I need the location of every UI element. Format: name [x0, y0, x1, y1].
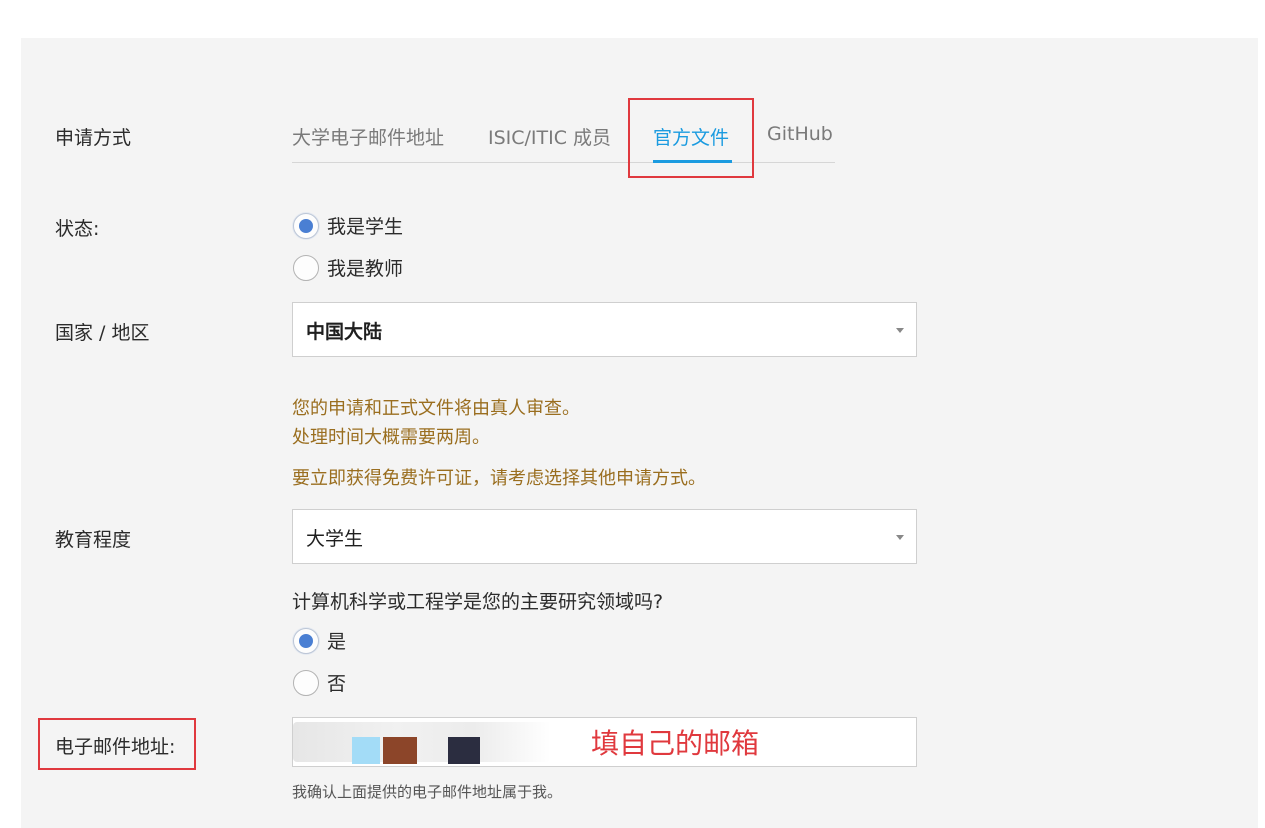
- education-label: 教育程度: [55, 529, 132, 551]
- cs-option-no-label: 否: [327, 673, 347, 695]
- cs-option-yes-label: 是: [327, 631, 347, 653]
- email-annotation-note: 填自己的邮箱: [591, 727, 760, 760]
- review-notice-line-1: 您的申请和正式文件将由真人审查。: [292, 398, 580, 419]
- radio-unchecked-icon[interactable]: [293, 254, 319, 281]
- radio-unchecked-icon[interactable]: [293, 669, 319, 696]
- email-ownership-confirmation: 我确认上面提供的电子邮件地址属于我。: [292, 783, 563, 801]
- status-option-student-label: 我是学生: [327, 216, 404, 238]
- education-select-value: 大学生: [306, 528, 364, 550]
- cs-option-yes[interactable]: 是: [293, 627, 346, 654]
- review-notice-line-3: 要立即获得免费许可证，请考虑选择其他申请方式。: [292, 468, 706, 489]
- email-field[interactable]: 填自己的邮箱: [292, 717, 917, 767]
- email-label: 电子邮件地址:: [55, 736, 176, 758]
- tab-isic-itic[interactable]: ISIC/ITIC 成员: [488, 123, 611, 150]
- status-option-teacher[interactable]: 我是教师: [293, 254, 403, 281]
- country-label: 国家 / 地区: [55, 322, 150, 344]
- review-notice-line-2: 处理时间大概需要两周。: [292, 427, 490, 448]
- education-select[interactable]: 大学生: [292, 509, 917, 564]
- country-select[interactable]: 中国大陆: [292, 302, 917, 357]
- chevron-down-icon: [896, 535, 904, 540]
- cs-field-question: 计算机科学或工程学是您的主要研究领域吗?: [292, 591, 664, 613]
- tab-university-email[interactable]: 大学电子邮件地址: [292, 123, 444, 150]
- method-label: 申请方式: [55, 127, 132, 149]
- annotation-highlight-box: [628, 98, 754, 178]
- radio-checked-icon[interactable]: [293, 627, 319, 654]
- status-option-student[interactable]: 我是学生: [293, 212, 403, 239]
- redacted-email-pixel: [352, 737, 380, 764]
- tab-github[interactable]: GitHub: [767, 123, 833, 145]
- status-label: 状态:: [55, 218, 100, 240]
- redacted-email-pixel: [448, 737, 480, 764]
- chevron-down-icon: [896, 328, 904, 333]
- redacted-email-blur: [293, 722, 551, 762]
- radio-checked-icon[interactable]: [293, 212, 319, 239]
- country-select-value: 中国大陆: [306, 321, 383, 343]
- cs-option-no[interactable]: 否: [293, 669, 346, 696]
- status-option-teacher-label: 我是教师: [327, 258, 404, 280]
- redacted-email-pixel: [383, 737, 417, 764]
